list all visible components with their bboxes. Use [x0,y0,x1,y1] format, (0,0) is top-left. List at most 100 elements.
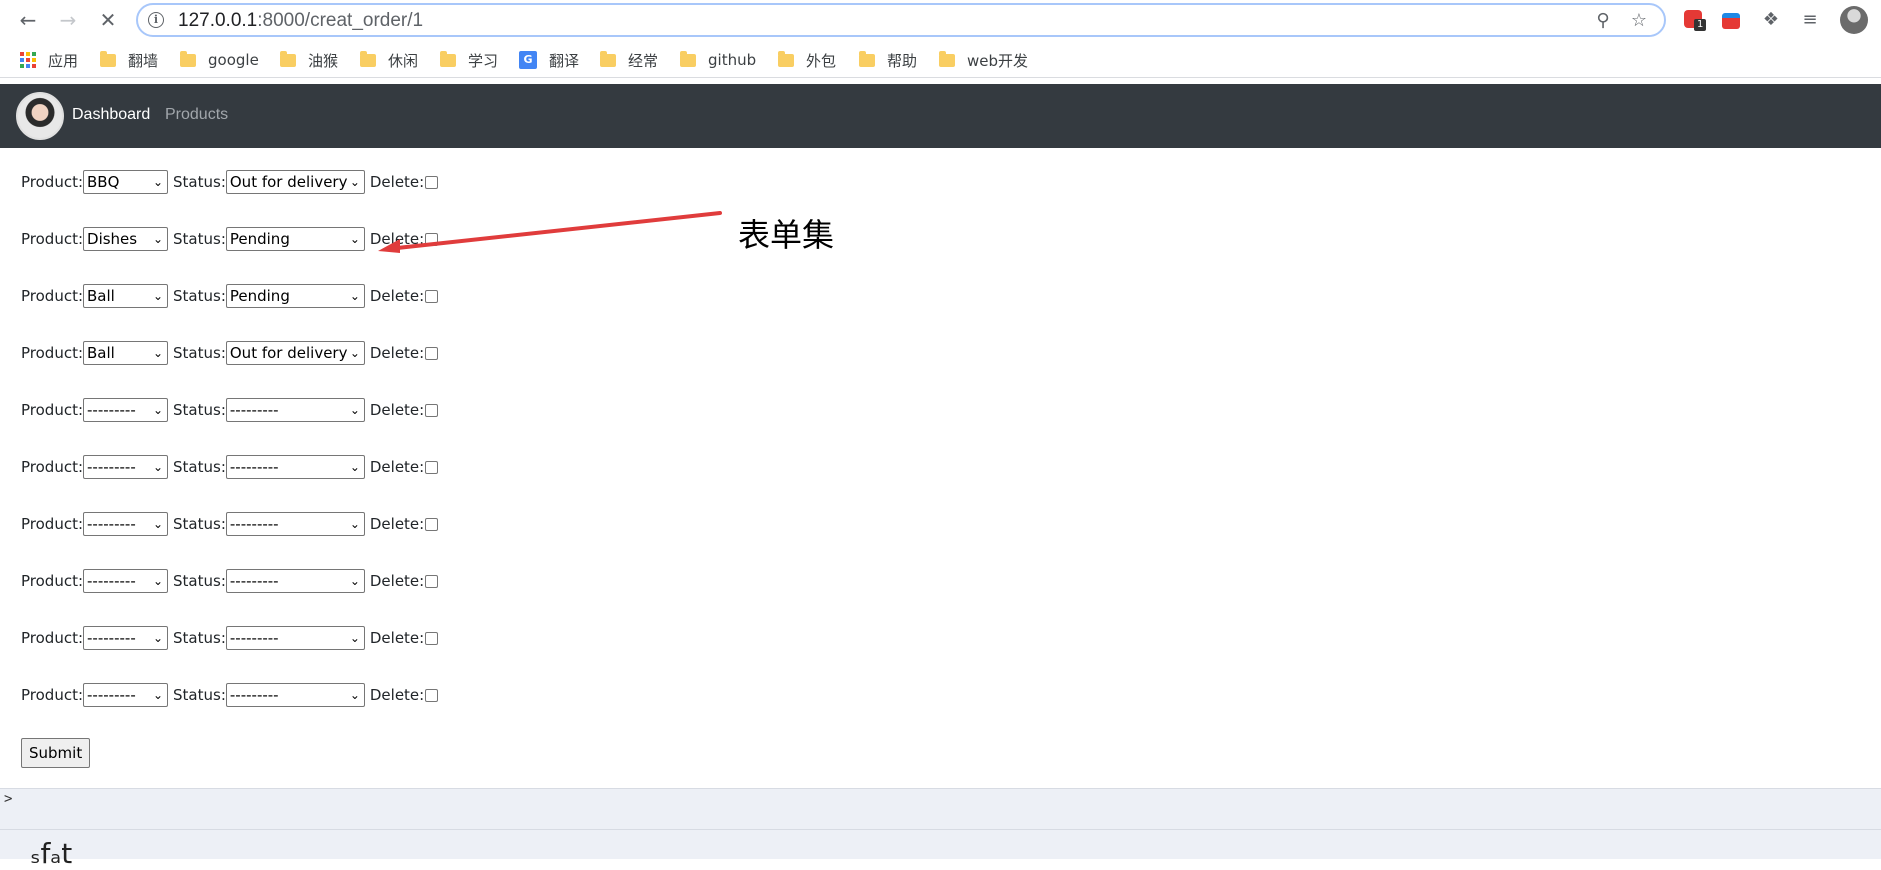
delete-checkbox[interactable] [425,688,439,702]
bookmark-star-icon[interactable]: ☆ [1628,10,1650,32]
form-row: Product: --------- ⌄ Status: --------- ⌄ Delet… [21,455,439,479]
bookmark-folder[interactable]: 翻墙 [100,48,158,72]
annotation-label: 表单集 [738,216,835,254]
product-select-value: Ball [87,287,115,305]
bookmark-label: google [208,51,259,69]
status-select[interactable]: Out for delivery ⌄ [225,170,365,194]
product-select[interactable]: --------- ⌄ [83,512,169,536]
chevron-down-icon: ⌄ [349,574,360,588]
submit-button[interactable]: Submit [21,738,91,768]
folder-icon [180,50,196,67]
address-bar[interactable]: i 127.0.0.1:8000/creat_order/1 ⚲ ☆ [136,3,1666,37]
bookmark-folder[interactable]: 休闲 [360,48,418,72]
delete-label: Delete: [369,629,425,647]
product-select[interactable]: --------- ⌄ [83,569,169,593]
bookmark-translate[interactable]: G 翻译 [519,48,579,72]
status-select-value: --------- [229,515,279,533]
folder-icon [100,50,116,67]
status-select[interactable]: --------- ⌄ [225,626,365,650]
delete-checkbox[interactable] [425,574,439,588]
form-row: Product: Ball ⌄ Status: Out for delivery ⌄ Del… [21,341,439,365]
product-select[interactable]: --------- ⌄ [83,626,169,650]
status-select[interactable]: Pending ⌄ [225,284,365,308]
bookmark-folder[interactable]: google [180,48,259,72]
status-select-value: --------- [229,629,279,647]
bookmark-folder[interactable]: 经常 [600,48,658,72]
product-select[interactable]: Ball ⌄ [83,341,169,365]
product-select[interactable]: BBQ ⌄ [83,170,169,194]
extensions-puzzle-icon[interactable]: ❖ [1758,7,1784,33]
product-select[interactable]: --------- ⌄ [83,683,169,707]
extension-badge: 1 [1694,19,1707,31]
bookmark-apps[interactable]: 应用 [20,48,78,72]
back-arrow-icon[interactable]: ← [14,6,42,34]
product-select-value: Dishes [87,230,138,248]
status-select-value: --------- [229,401,279,419]
order-formset: Product: BBQ ⌄ Status: Out for delivery ⌄ Dele… [0,148,1881,788]
product-select-value: --------- [87,572,136,590]
status-select[interactable]: Out for delivery ⌄ [225,341,365,365]
bookmark-folder[interactable]: github [680,48,756,72]
delete-checkbox[interactable] [425,346,439,360]
product-select-value: BBQ [87,173,120,191]
product-label: Product: [21,686,84,704]
delete-checkbox[interactable] [425,403,439,417]
chevron-down-icon: ⌄ [152,175,164,189]
zoom-icon[interactable]: ⚲ [1592,10,1614,32]
status-select[interactable]: --------- ⌄ [225,398,365,422]
product-select[interactable]: --------- ⌄ [83,398,169,422]
bookmark-label: 应用 [48,51,79,70]
reading-list-icon[interactable]: ≡ [1797,7,1823,33]
delete-checkbox[interactable] [425,631,439,645]
product-label: Product: [21,401,84,419]
site-navbar: Dashboard Products [0,84,1881,148]
bottom-partial-text: ₛfₐt [30,837,73,870]
status-select[interactable]: --------- ⌄ [225,512,365,536]
profile-avatar[interactable] [1840,6,1868,34]
folder-icon [280,50,296,67]
product-label: Product: [21,629,84,647]
stop-loading-icon[interactable]: ✕ [94,6,122,34]
form-row: Product: --------- ⌄ Status: --------- ⌄ Delet… [21,626,439,650]
product-label: Product: [21,572,84,590]
status-select-value: --------- [229,686,279,704]
delete-checkbox[interactable] [425,517,439,531]
bookmark-folder[interactable]: 油猴 [280,48,338,72]
url-text[interactable]: 127.0.0.1:8000/creat_order/1 [178,10,423,32]
chevron-down-icon: ⌄ [152,289,164,303]
nav-link-dashboard[interactable]: Dashboard [72,106,150,124]
chevron-down-icon: ⌄ [152,403,164,417]
extension-blue-red-icon[interactable] [1718,7,1744,33]
forward-arrow-icon[interactable]: → [54,6,82,34]
status-select[interactable]: --------- ⌄ [225,569,365,593]
delete-checkbox[interactable] [425,289,439,303]
delete-checkbox[interactable] [425,175,439,189]
translate-icon: G [519,51,537,69]
status-select[interactable]: --------- ⌄ [225,683,365,707]
extension-red-icon[interactable]: 1 [1680,7,1707,33]
bookmark-label: 油猴 [308,51,339,70]
bookmark-folder[interactable]: 帮助 [859,48,917,72]
folder-icon [939,50,955,67]
nav-link-products[interactable]: Products [165,106,228,124]
bookmark-label: 外包 [806,51,837,70]
browser-toolbar: ← → ✕ i 127.0.0.1:8000/creat_order/1 ⚲ ☆… [0,0,1881,40]
site-avatar[interactable] [16,92,64,140]
chevron-down-icon: ⌄ [152,688,164,702]
delete-checkbox[interactable] [425,460,439,474]
status-select[interactable]: --------- ⌄ [225,455,365,479]
product-select[interactable]: --------- ⌄ [83,455,169,479]
bookmark-folder[interactable]: 学习 [440,48,498,72]
status-select-value: Out for delivery [229,173,348,191]
product-select[interactable]: Ball ⌄ [83,284,169,308]
bottom-prompt: > [4,791,13,807]
site-info-icon[interactable]: i [148,12,164,28]
product-select[interactable]: Dishes ⌄ [83,227,169,251]
bookmark-folder[interactable]: 外包 [778,48,836,72]
bookmark-folder[interactable]: web开发 [939,48,1028,72]
status-label: Status: [173,230,226,248]
status-select[interactable]: Pending ⌄ [225,227,365,251]
status-label: Status: [173,287,226,305]
delete-label: Delete: [369,344,425,362]
delete-label: Delete: [369,401,425,419]
